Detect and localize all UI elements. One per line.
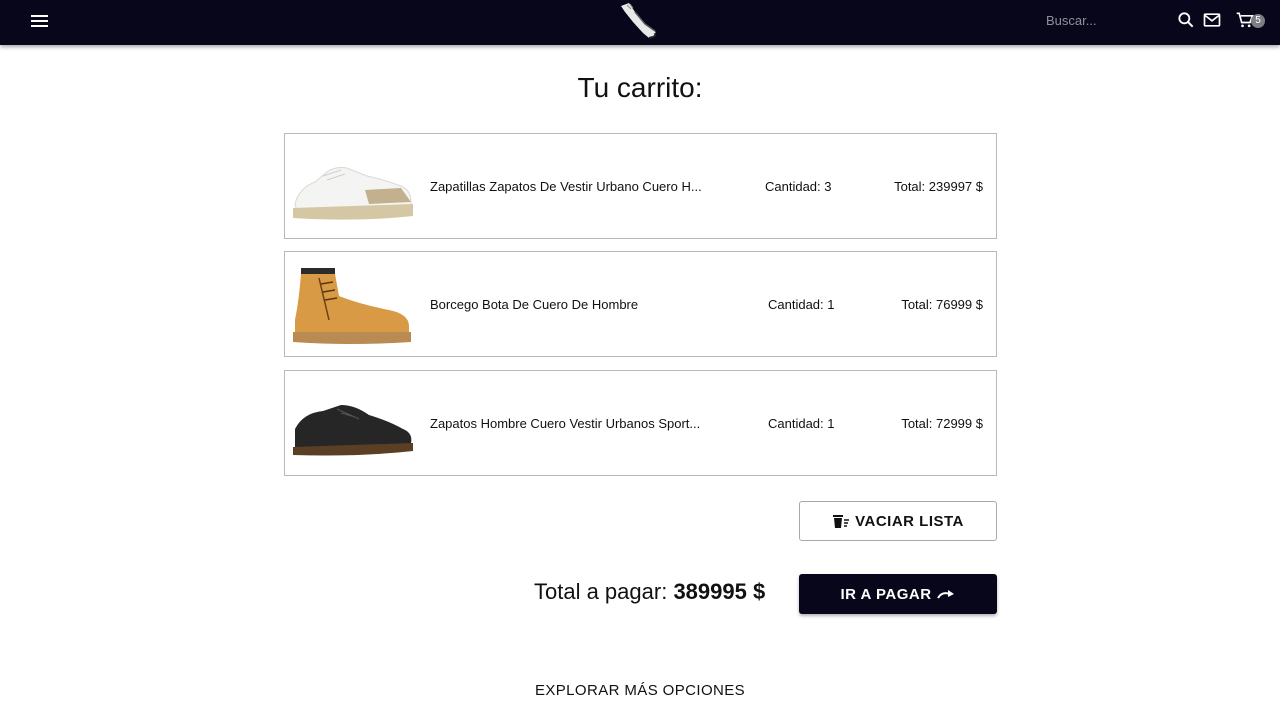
item-total: Total: 76999 $ [901,297,983,312]
item-total: Total: 72999 $ [901,416,983,431]
menu-icon[interactable] [28,9,52,31]
item-name[interactable]: Borcego Bota De Cuero De Hombre [430,297,720,312]
mail-icon[interactable] [1202,10,1222,30]
search-input[interactable] [1046,9,1166,31]
top-app-bar: 5 [0,0,1280,45]
sneaker-logo-icon[interactable] [615,0,661,42]
explore-more-link[interactable]: EXPLORAR MÁS OPCIONES [0,682,1280,699]
redo-arrow-icon [936,590,954,599]
total-prefix: Total a pagar: [534,579,674,604]
item-quantity: Cantidad: 3 [765,179,832,194]
grand-total: Total a pagar: 389995 $ [534,579,765,605]
item-quantity: Cantidad: 1 [768,416,835,431]
page-title: Tu carrito: [577,72,703,103]
cart-item: Zapatillas Zapatos De Vestir Urbano Cuer… [284,133,997,239]
white-sneaker-image [293,167,413,220]
empty-cart-button[interactable]: VACIAR LISTA [799,501,997,541]
cart-count-badge: 5 [1251,14,1265,28]
search-icon[interactable] [1176,10,1196,30]
tan-boot-image [293,268,411,344]
black-dress-shoe-image [293,405,413,456]
empty-cart-label: VACIAR LISTA [855,512,964,530]
item-name[interactable]: Zapatillas Zapatos De Vestir Urbano Cuer… [430,179,720,194]
checkout-button[interactable]: IR A PAGAR [799,574,997,614]
trash-icon [833,515,850,528]
cart-item: Zapatos Hombre Cuero Vestir Urbanos Spor… [284,370,997,476]
total-value: 389995 $ [673,579,766,604]
item-total: Total: 239997 $ [894,179,983,194]
item-quantity: Cantidad: 1 [768,297,835,312]
item-name[interactable]: Zapatos Hombre Cuero Vestir Urbanos Spor… [430,416,720,431]
cart-item: Borcego Bota De Cuero De Hombre Cantidad… [284,251,997,357]
checkout-label: IR A PAGAR [840,585,932,603]
